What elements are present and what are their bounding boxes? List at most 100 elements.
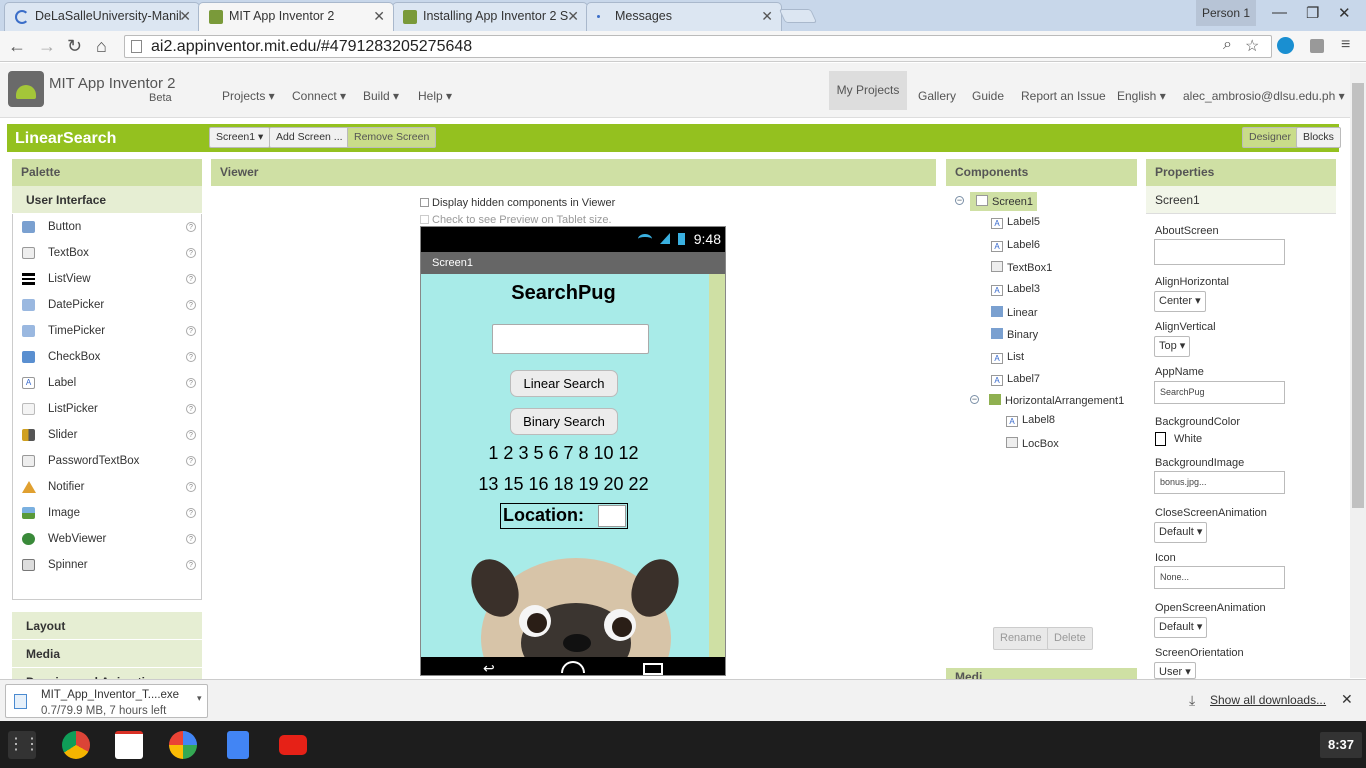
align-vertical-select[interactable]: Top ▾ [1154, 336, 1191, 357]
numbers-row-1[interactable]: 1 2 3 5 6 7 8 10 12 [421, 443, 706, 464]
gallery-link[interactable]: Gallery [918, 89, 956, 103]
screen-select[interactable]: Screen1 ▾ [209, 127, 271, 148]
tree-node-locbox[interactable]: LocBox [1006, 437, 1059, 450]
youtube-icon[interactable] [279, 735, 307, 755]
color-swatch[interactable] [1155, 432, 1166, 446]
search-textbox[interactable] [492, 324, 649, 354]
tree-node-binary[interactable]: Binary [991, 328, 1038, 341]
google-search-icon[interactable] [169, 731, 197, 759]
blocks-button[interactable]: Blocks [1296, 127, 1341, 148]
icon-input[interactable]: None... [1154, 566, 1285, 589]
help-icon[interactable]: ? [186, 482, 196, 492]
help-icon[interactable]: ? [186, 300, 196, 310]
help-icon[interactable]: ? [186, 404, 196, 414]
palette-item-timepicker[interactable]: TimePicker? [13, 318, 201, 344]
palette-item-textbox[interactable]: TextBox? [13, 240, 201, 266]
menu-icon[interactable]: ≡ [1341, 36, 1350, 54]
help-icon[interactable]: ? [186, 222, 196, 232]
palette-item-webviewer[interactable]: WebViewer? [13, 526, 201, 552]
menu-connect[interactable]: Connect ▾ [292, 89, 346, 103]
location-arrangement[interactable]: Location: [500, 503, 628, 529]
reload-icon[interactable]: ↻ [67, 36, 82, 57]
app-launcher-icon[interactable]: ⋮⋮ [8, 731, 40, 759]
new-tab-button[interactable] [778, 9, 818, 23]
bgimage-input[interactable]: bonus.jpg... [1154, 471, 1285, 494]
palette-item-image[interactable]: Image? [13, 500, 201, 526]
tab-installing[interactable]: Installing App Inventor 2 S ✕ [392, 2, 588, 31]
numbers-row-2[interactable]: 13 15 16 18 19 20 22 [421, 474, 706, 495]
guide-link[interactable]: Guide [972, 89, 1004, 103]
close-tab-icon[interactable]: ✕ [373, 3, 385, 30]
tree-node-label8[interactable]: A Label8 [1006, 414, 1055, 427]
close-tab-icon[interactable]: ✕ [761, 3, 773, 30]
palette-item-datepicker[interactable]: DatePicker? [13, 292, 201, 318]
category-user-interface[interactable]: User Interface [12, 186, 202, 214]
palette-item-spinner[interactable]: Spinner? [13, 552, 201, 578]
palette-item-slider[interactable]: Slider? [13, 422, 201, 448]
hidden-components-checkbox[interactable]: Display hidden components in Viewer [420, 197, 615, 209]
profile-button[interactable]: Person 1 [1196, 0, 1256, 26]
tree-node-linear[interactable]: Linear [991, 306, 1038, 319]
help-icon[interactable]: ? [186, 560, 196, 570]
tab-delasalle[interactable]: DeLaSalleUniversity-Manil ✕ [4, 2, 200, 31]
forward-icon[interactable]: → [38, 36, 56, 57]
minimize-icon[interactable]: — [1272, 4, 1287, 21]
delete-button[interactable]: Delete [1047, 627, 1093, 650]
binary-search-button[interactable]: Binary Search [510, 408, 618, 435]
app-name-label[interactable]: SearchPug [421, 282, 706, 305]
tab-app-inventor[interactable]: MIT App Inventor 2 ✕ [198, 2, 394, 31]
linear-search-button[interactable]: Linear Search [510, 370, 618, 397]
palette-item-checkbox[interactable]: CheckBox? [13, 344, 201, 370]
close-tab-icon[interactable]: ✕ [567, 3, 579, 30]
bookmark-star-icon[interactable]: ☆ [1245, 36, 1259, 56]
bgcolor-value[interactable]: White [1174, 433, 1202, 445]
designer-button[interactable]: Designer [1242, 127, 1299, 148]
checkbox-box[interactable] [420, 215, 429, 224]
align-horizontal-select[interactable]: Center ▾ [1154, 291, 1206, 312]
collapse-toggle-icon[interactable]: − [955, 196, 964, 205]
zoom-icon[interactable]: ⌕ [1223, 36, 1232, 54]
palette-item-listpicker[interactable]: ListPicker? [13, 396, 201, 422]
tree-node-label3[interactable]: A Label3 [991, 283, 1040, 296]
extension-icon[interactable] [1310, 39, 1324, 53]
remove-screen-button[interactable]: Remove Screen [347, 127, 437, 148]
close-window-icon[interactable]: ✕ [1338, 4, 1351, 22]
help-icon[interactable]: ? [186, 274, 196, 284]
close-downloads-icon[interactable]: ✕ [1341, 691, 1353, 708]
tree-node-horizontalarrangement1[interactable]: HorizontalArrangement1 [989, 394, 1124, 407]
collapse-toggle-icon[interactable]: − [970, 395, 979, 404]
tree-node-label6[interactable]: A Label6 [991, 239, 1040, 252]
add-screen-button[interactable]: Add Screen ... [269, 127, 350, 148]
help-icon[interactable]: ? [186, 378, 196, 388]
tree-node-screen1[interactable]: Screen1 [970, 192, 1037, 211]
tree-node-textbox1[interactable]: TextBox1 [991, 261, 1052, 274]
report-issue-link[interactable]: Report an Issue [1021, 89, 1106, 103]
extension-icon[interactable] [1277, 37, 1294, 54]
tree-node-label5[interactable]: A Label5 [991, 216, 1040, 229]
help-icon[interactable]: ? [186, 430, 196, 440]
palette-item-button[interactable]: Button? [13, 214, 201, 240]
help-icon[interactable]: ? [186, 508, 196, 518]
appname-input[interactable]: SearchPug [1154, 381, 1285, 404]
help-icon[interactable]: ? [186, 352, 196, 362]
palette-item-notifier[interactable]: Notifier? [13, 474, 201, 500]
tree-node-label7[interactable]: A Label7 [991, 373, 1040, 386]
account-menu[interactable]: alec_ambrosio@dlsu.edu.ph ▾ [1183, 89, 1345, 103]
checkbox-box[interactable] [420, 198, 429, 207]
category-layout[interactable]: Layout [12, 612, 202, 640]
palette-item-passwordtextbox[interactable]: PasswordTextBox? [13, 448, 201, 474]
screen-orientation-select[interactable]: User ▾ [1154, 662, 1196, 679]
palette-item-listview[interactable]: ListView? [13, 266, 201, 292]
menu-help[interactable]: Help ▾ [418, 89, 452, 103]
close-animation-select[interactable]: Default ▾ [1154, 522, 1208, 543]
restore-icon[interactable]: ❐ [1306, 4, 1319, 22]
google-docs-icon[interactable] [227, 731, 249, 759]
tab-messages[interactable]: Messages ✕ [586, 2, 782, 31]
language-menu[interactable]: English ▾ [1117, 89, 1166, 103]
tablet-preview-checkbox[interactable]: Check to see Preview on Tablet size. [420, 214, 612, 226]
open-animation-select[interactable]: Default ▾ [1154, 617, 1208, 638]
back-icon[interactable]: ← [8, 36, 26, 57]
tree-node-list[interactable]: A List [991, 351, 1024, 364]
scrollbar-thumb[interactable] [1352, 83, 1364, 508]
chevron-down-icon[interactable]: ▾ [197, 693, 202, 704]
